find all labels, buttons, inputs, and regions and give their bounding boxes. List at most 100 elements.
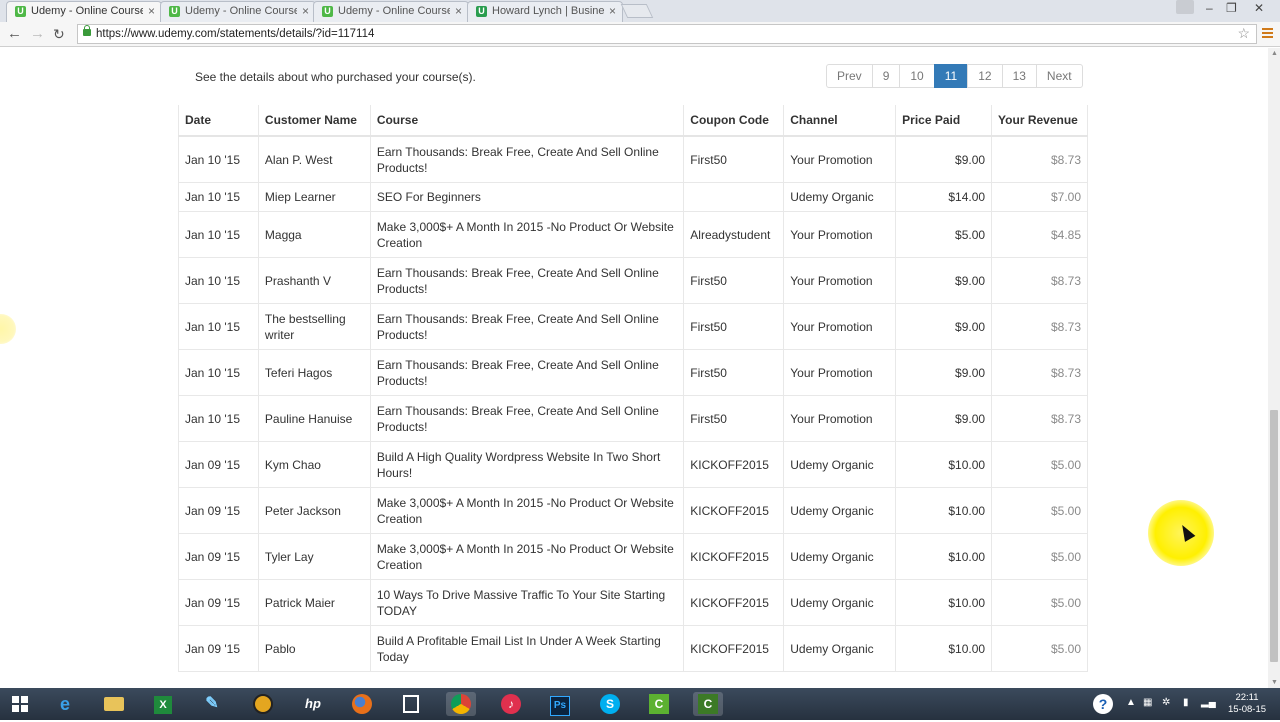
cell-date: Jan 10 '15 bbox=[178, 211, 259, 258]
column-header-price-paid[interactable]: Price Paid bbox=[895, 105, 992, 137]
pagination-page-10[interactable]: 10 bbox=[899, 64, 935, 88]
scroll-up-arrow-icon[interactable]: ▲ bbox=[1271, 50, 1278, 57]
pagination: Prev 9 10 11 12 13 Next bbox=[826, 64, 1083, 88]
internet-explorer-icon[interactable]: e bbox=[50, 692, 80, 716]
scrollbar-thumb[interactable] bbox=[1270, 410, 1278, 662]
cell-your-revenue: $8.73 bbox=[991, 395, 1088, 442]
windows-start-icon[interactable] bbox=[5, 692, 35, 716]
pagination-page-11-current[interactable]: 11 bbox=[933, 64, 969, 88]
table-row: Jan 09 '15 Kym Chao Build A High Quality W… bbox=[178, 441, 1088, 488]
user-profile-icon[interactable] bbox=[1176, 0, 1194, 14]
help-icon[interactable]: ? bbox=[1088, 692, 1118, 716]
chrome-menu-icon[interactable] bbox=[1262, 28, 1273, 40]
column-header-customer-name[interactable]: Customer Name bbox=[257, 105, 371, 137]
notepad-icon[interactable] bbox=[396, 692, 426, 716]
table-row: Jan 10 '15 Magga Make 3,000$+ A Month In 2… bbox=[178, 211, 1088, 258]
page-favicon-icon: U bbox=[476, 6, 487, 17]
file-explorer-icon[interactable] bbox=[99, 692, 129, 716]
cell-price-paid: $10.00 bbox=[895, 625, 992, 672]
pagination-prev[interactable]: Prev bbox=[826, 64, 873, 88]
firefox-icon[interactable] bbox=[347, 692, 377, 716]
vertical-scrollbar[interactable]: ▲ ▼ bbox=[1268, 48, 1280, 688]
cell-price-paid: $10.00 bbox=[895, 487, 992, 534]
camtasia-icon[interactable]: C bbox=[644, 692, 674, 716]
browser-tab-udemy-3[interactable]: U Udemy - Online Courses f × bbox=[313, 1, 469, 22]
camtasia-recorder-icon[interactable]: C bbox=[693, 692, 723, 716]
battery-icon[interactable]: ▮ bbox=[1183, 697, 1189, 708]
browser-tab-udemy-1[interactable]: U Udemy - Online Courses f × bbox=[6, 1, 162, 23]
pagination-page-9[interactable]: 9 bbox=[871, 64, 901, 88]
excel-icon[interactable]: X bbox=[148, 692, 178, 716]
column-header-coupon-code[interactable]: Coupon Code bbox=[683, 105, 784, 137]
minimize-icon[interactable]: – bbox=[1206, 1, 1213, 15]
close-icon[interactable]: × bbox=[148, 4, 155, 18]
new-tab-button[interactable] bbox=[620, 4, 654, 18]
cursor-highlight bbox=[0, 314, 16, 344]
close-icon[interactable]: × bbox=[302, 4, 309, 18]
cell-coupon-code: First50 bbox=[683, 303, 784, 350]
bookmark-star-icon[interactable]: ☆ bbox=[1237, 25, 1250, 42]
cell-coupon-code: KICKOFF2015 bbox=[683, 441, 784, 488]
pen-tool-icon[interactable]: ✎ bbox=[197, 692, 227, 716]
cell-customer-name: Prashanth V bbox=[257, 257, 371, 304]
pagination-next[interactable]: Next bbox=[1035, 64, 1083, 88]
network-signal-icon[interactable]: ▂▄ bbox=[1201, 697, 1216, 708]
cell-channel: Udemy Organic bbox=[783, 579, 896, 626]
tab-title: Udemy - Online Courses f bbox=[31, 5, 143, 17]
udemy-favicon-icon: U bbox=[169, 6, 180, 17]
scroll-down-arrow-icon[interactable]: ▼ bbox=[1271, 679, 1278, 686]
tray-app-icon[interactable]: ▦ bbox=[1143, 697, 1152, 708]
column-header-your-revenue[interactable]: Your Revenue bbox=[991, 105, 1088, 137]
cell-course: Earn Thousands: Break Free, Create And S… bbox=[369, 395, 684, 442]
cell-your-revenue: $5.00 bbox=[991, 533, 1088, 580]
forward-arrow-icon[interactable]: → bbox=[30, 25, 45, 43]
itunes-icon[interactable]: ♪ bbox=[496, 692, 526, 716]
udemy-favicon-icon: U bbox=[322, 6, 333, 17]
cell-date: Jan 10 '15 bbox=[178, 257, 259, 304]
close-icon[interactable]: × bbox=[455, 4, 462, 18]
cell-your-revenue: $5.00 bbox=[991, 441, 1088, 488]
cell-your-revenue: $4.85 bbox=[991, 211, 1088, 258]
cell-course: Make 3,000$+ A Month In 2015 -No Product… bbox=[369, 487, 684, 534]
tray-expand-icon[interactable]: ▲ bbox=[1126, 697, 1136, 708]
browser-tab-howard-lynch[interactable]: U Howard Lynch | Business × bbox=[467, 1, 623, 22]
back-arrow-icon[interactable]: ← bbox=[7, 25, 22, 43]
cell-your-revenue: $8.73 bbox=[991, 303, 1088, 350]
cell-channel: Udemy Organic bbox=[783, 441, 896, 488]
cell-price-paid: $5.00 bbox=[895, 211, 992, 258]
pagination-page-12[interactable]: 12 bbox=[967, 64, 1003, 88]
tab-title: Udemy - Online Courses f bbox=[185, 5, 297, 17]
url-text[interactable]: https://www.udemy.com/statements/details… bbox=[96, 28, 374, 40]
browser-toolbar: ← → ↻ https://www.udemy.com/statements/d… bbox=[0, 22, 1280, 47]
cell-coupon-code: KICKOFF2015 bbox=[683, 625, 784, 672]
cell-course: 10 Ways To Drive Massive Traffic To Your… bbox=[369, 579, 684, 626]
cell-coupon-code: First50 bbox=[683, 257, 784, 304]
window-close-icon[interactable]: ✕ bbox=[1254, 1, 1264, 15]
cell-date: Jan 10 '15 bbox=[178, 182, 259, 212]
hp-icon[interactable]: hp bbox=[298, 692, 328, 716]
restore-icon[interactable]: ❐ bbox=[1226, 1, 1237, 15]
media-player-icon[interactable] bbox=[248, 692, 278, 716]
cell-date: Jan 10 '15 bbox=[178, 349, 259, 396]
cell-coupon-code: KICKOFF2015 bbox=[683, 579, 784, 626]
column-header-course[interactable]: Course bbox=[369, 105, 684, 137]
column-header-date[interactable]: Date bbox=[178, 105, 259, 137]
skype-icon[interactable]: S bbox=[595, 692, 625, 716]
address-bar[interactable]: https://www.udemy.com/statements/details… bbox=[77, 24, 1257, 44]
table-row: Jan 09 '15 Patrick Maier 10 Ways To Drive … bbox=[178, 579, 1088, 626]
chrome-icon[interactable] bbox=[446, 692, 476, 716]
cell-coupon-code: First50 bbox=[683, 395, 784, 442]
system-clock[interactable]: 22:11 15-08-15 bbox=[1228, 692, 1266, 716]
reload-icon[interactable]: ↻ bbox=[53, 25, 65, 43]
cell-channel: Udemy Organic bbox=[783, 182, 896, 212]
windows-taskbar: e X ✎ hp ♪ Ps S C C ? ▲ ▦ ✲ ▮ ▂▄ 22:11 1… bbox=[0, 688, 1280, 720]
cell-course: Earn Thousands: Break Free, Create And S… bbox=[369, 349, 684, 396]
photoshop-icon[interactable]: Ps bbox=[545, 692, 575, 716]
cell-course: Earn Thousands: Break Free, Create And S… bbox=[369, 257, 684, 304]
column-header-channel[interactable]: Channel bbox=[783, 105, 896, 137]
close-icon[interactable]: × bbox=[609, 4, 616, 18]
browser-tab-udemy-2[interactable]: U Udemy - Online Courses f × bbox=[160, 1, 316, 22]
pagination-page-13[interactable]: 13 bbox=[1001, 64, 1037, 88]
cell-course: SEO For Beginners bbox=[369, 182, 684, 212]
tray-settings-icon[interactable]: ✲ bbox=[1162, 697, 1170, 708]
